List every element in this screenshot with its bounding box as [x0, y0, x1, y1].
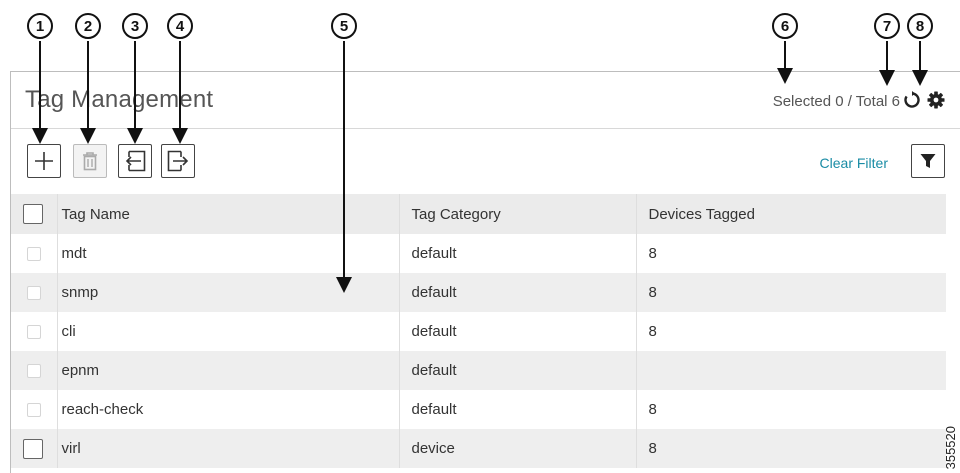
import-button[interactable] [118, 144, 152, 178]
table-header-row: Tag Name Tag Category Devices Tagged [11, 194, 946, 234]
devices-tagged-cell: 8 [635, 429, 946, 468]
row-checkbox[interactable] [27, 325, 41, 340]
import-icon [125, 150, 146, 172]
table-row[interactable]: epnm default [11, 351, 946, 390]
select-all-checkbox[interactable] [23, 204, 43, 224]
row-checkbox[interactable] [27, 247, 41, 262]
callout-1: 1 [27, 13, 53, 39]
export-button[interactable] [161, 144, 195, 178]
plus-icon [35, 152, 53, 170]
tag-category-cell: device [398, 429, 636, 468]
add-tag-button[interactable] [27, 144, 61, 178]
devices-tagged-cell: 8 [635, 312, 946, 351]
figure-id: 355520 [943, 425, 958, 469]
selection-count: Selected 0 / Total 6 [772, 93, 900, 110]
column-header-tag-category[interactable]: Tag Category [398, 194, 636, 234]
filter-button[interactable] [911, 144, 945, 178]
callout-6: 6 [772, 13, 798, 39]
clear-filter-link[interactable]: Clear Filter [820, 155, 888, 171]
tag-category-cell: default [398, 390, 636, 429]
callout-4: 4 [167, 13, 193, 39]
table-row[interactable]: reach-check default 8 [11, 390, 946, 429]
tag-category-cell: default [398, 273, 636, 312]
refresh-icon[interactable] [902, 90, 922, 110]
devices-tagged-cell: 8 [635, 234, 946, 273]
devices-tagged-cell [635, 351, 946, 390]
filter-icon [920, 154, 936, 168]
row-checkbox[interactable] [27, 403, 41, 418]
callout-3: 3 [122, 13, 148, 39]
tag-name-cell: cli [56, 312, 399, 351]
column-header-devices-tagged[interactable]: Devices Tagged [635, 194, 946, 234]
tag-name-cell: mdt [56, 234, 399, 273]
tag-name-cell: snmp [56, 273, 399, 312]
table-row[interactable]: mdt default 8 [11, 234, 946, 273]
devices-tagged-cell: 8 [635, 390, 946, 429]
row-checkbox[interactable] [27, 364, 41, 379]
tag-category-cell: default [398, 351, 636, 390]
table-row[interactable]: cli default 8 [11, 312, 946, 351]
tag-category-cell: default [398, 312, 636, 351]
tags-table: Tag Name Tag Category Devices Tagged mdt… [11, 194, 946, 468]
callout-5: 5 [331, 13, 357, 39]
row-checkbox[interactable] [27, 286, 41, 301]
table-row[interactable]: virl device 8 [11, 429, 946, 468]
devices-tagged-cell: 8 [635, 273, 946, 312]
callout-7: 7 [874, 13, 900, 39]
column-header-tag-name[interactable]: Tag Name [56, 194, 399, 234]
trash-icon [83, 152, 97, 171]
callout-8: 8 [907, 13, 933, 39]
page-title: Tag Management [25, 86, 214, 113]
callout-2: 2 [75, 13, 101, 39]
table-row[interactable]: snmp default 8 [11, 273, 946, 312]
row-checkbox[interactable] [23, 438, 43, 459]
tag-name-cell: epnm [56, 351, 399, 390]
tag-category-cell: default [398, 234, 636, 273]
header-divider [11, 128, 960, 129]
gear-icon[interactable] [926, 90, 946, 110]
export-icon [167, 150, 189, 172]
delete-tag-button[interactable] [73, 144, 107, 178]
tag-name-cell: virl [56, 429, 399, 468]
tag-name-cell: reach-check [56, 390, 399, 429]
tag-management-panel: Tag Management Selected 0 / Total 6 Clea… [10, 71, 960, 473]
